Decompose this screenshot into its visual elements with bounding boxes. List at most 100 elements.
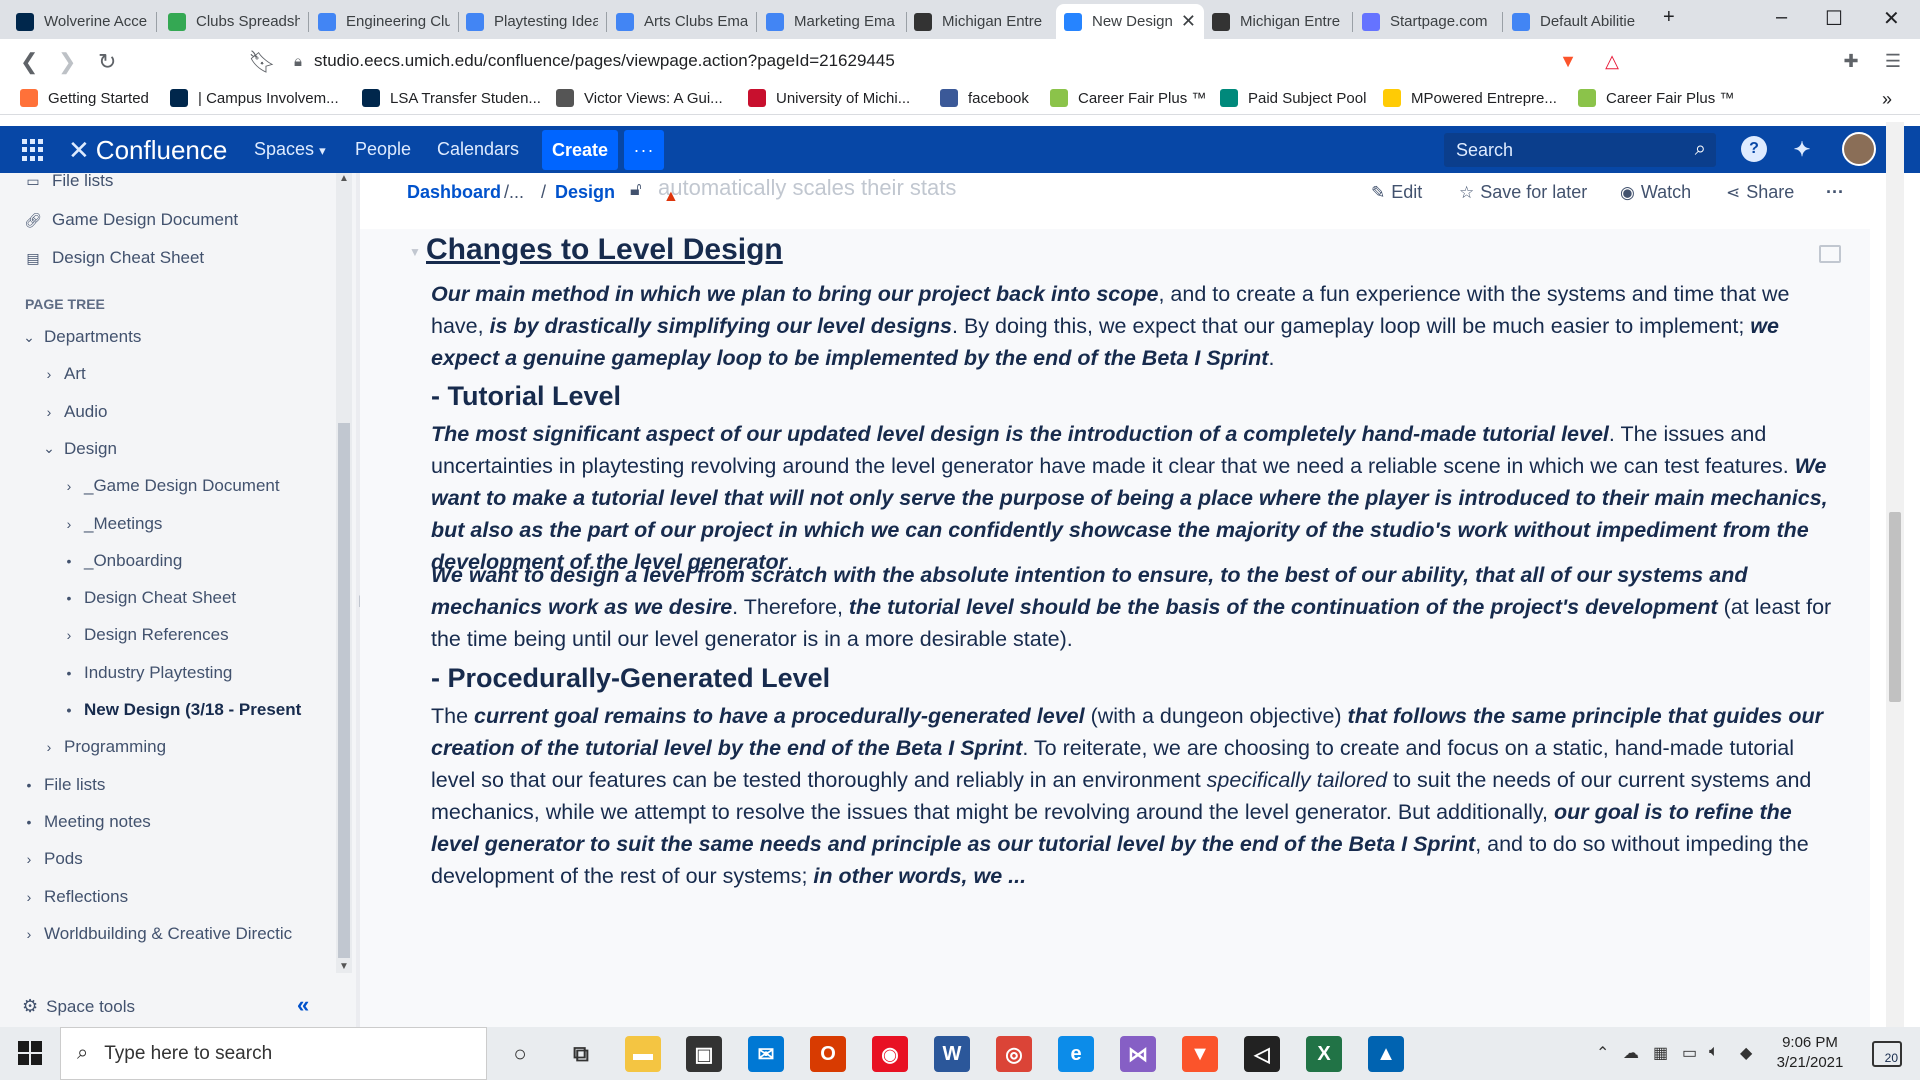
browser-tab[interactable]: Arts Clubs Ema [608, 4, 756, 39]
bookmark-icon[interactable]: 🔖︎ [248, 49, 276, 75]
table-of-contents-icon[interactable] [1819, 245, 1841, 263]
page-tree-item[interactable]: • Meeting notes [22, 808, 151, 836]
sidebar-scrollbar[interactable]: ▲ ▼ [336, 173, 352, 973]
chevron-right-icon[interactable]: › [22, 926, 36, 942]
nav-spaces[interactable]: Spaces ▾ [254, 139, 326, 160]
unity-icon[interactable]: ◁ [1244, 1036, 1280, 1072]
confluence-logo[interactable]: ✕ Confluence [68, 135, 227, 166]
bookmark-item[interactable]: Career Fair Plus ™ [1578, 89, 1734, 107]
browser-tab[interactable]: Michigan Entre [906, 4, 1054, 39]
page-tree-item[interactable]: • Industry Playtesting [62, 659, 233, 687]
chrome-icon[interactable]: ◎ [996, 1036, 1032, 1072]
sidebar-item-file-lists[interactable]: ▭ File lists [24, 173, 113, 195]
share-button[interactable]: ⋖ Share [1726, 182, 1794, 203]
restrictions-lock-icon[interactable]: 🔓︎ [630, 179, 642, 200]
reload-icon[interactable]: ↻ [98, 49, 116, 75]
url-text[interactable]: studio.eecs.umich.edu/confluence/pages/v… [314, 51, 895, 71]
page-tree-item[interactable]: • Design Cheat Sheet [62, 584, 237, 612]
warning-icon[interactable]: ▲ [663, 188, 679, 206]
brave-shields-icon[interactable]: ▼ [1555, 48, 1581, 74]
page-scrollbar[interactable] [1886, 122, 1904, 1027]
onedrive-icon[interactable]: ☁ [1623, 1043, 1639, 1063]
cortana-icon[interactable]: ○ [502, 1036, 538, 1072]
word-icon[interactable]: W [934, 1036, 970, 1072]
mail-icon[interactable]: ✉ [748, 1036, 784, 1072]
more-actions-icon[interactable]: ··· [1826, 182, 1844, 203]
bookmark-item[interactable]: facebook [940, 89, 1029, 107]
forward-icon[interactable]: ❯ [58, 49, 76, 75]
chevron-right-icon[interactable]: › [22, 851, 36, 867]
page-tree-item[interactable]: • New Design (3/18 - Present [62, 696, 302, 724]
app-switcher-icon[interactable] [22, 139, 44, 161]
collapse-sidebar-button[interactable]: « [297, 992, 309, 1018]
create-more-button[interactable]: ··· [624, 130, 664, 170]
page-tree-item[interactable]: › Reflections [22, 883, 128, 911]
chevron-right-icon[interactable]: › [22, 889, 36, 905]
chevron-right-icon[interactable]: › [62, 478, 76, 494]
page-tree-item[interactable]: ⌄ Design [42, 435, 117, 463]
chevron-down-icon[interactable]: ⌄ [22, 329, 36, 346]
sidebar-scroll-thumb[interactable] [338, 423, 350, 958]
taskbar-clock[interactable]: 9:06 PM 3/21/2021 [1770, 1033, 1850, 1073]
search-input[interactable]: Search ⌕ [1444, 133, 1716, 167]
chevron-right-icon[interactable]: › [42, 366, 56, 382]
store-icon[interactable]: ▣ [686, 1036, 722, 1072]
browser-tab[interactable]: Michigan Entre [1204, 4, 1352, 39]
page-tree-item[interactable]: • File lists [22, 771, 106, 799]
browser-tab[interactable]: Playtesting Idea [458, 4, 606, 39]
taskbar-search-input[interactable]: ⌕ Type here to search [60, 1027, 487, 1080]
minimize-icon[interactable]: – [1776, 6, 1787, 29]
chevron-right-icon[interactable]: › [42, 404, 56, 420]
browser-tab[interactable]: Clubs Spreadsh [160, 4, 308, 39]
network-icon[interactable]: ▦ [1653, 1043, 1668, 1063]
sidebar-item-game-design-document[interactable]: 🔗︎ Game Design Document [24, 206, 238, 234]
close-tab-icon[interactable]: ✕ [1181, 11, 1196, 32]
office-icon[interactable]: O [810, 1036, 846, 1072]
chevron-right-icon[interactable]: › [42, 739, 56, 755]
browser-tab[interactable]: Startpage.com [1354, 4, 1502, 39]
scroll-down-icon[interactable]: ▼ [339, 961, 349, 972]
page-tree-item[interactable]: › Design References [62, 621, 229, 649]
page-tree-item[interactable]: › _Game Design Document [62, 472, 280, 500]
extensions-icon[interactable]: ✚ [1838, 48, 1864, 74]
bookmark-item[interactable]: | Campus Involvem... [170, 89, 339, 107]
page-tree-item[interactable]: ⌄ Departments [22, 323, 141, 351]
avatar[interactable] [1842, 132, 1876, 166]
page-tree-item[interactable]: • _Onboarding [62, 547, 183, 575]
brave-rewards-icon[interactable]: △ [1599, 48, 1625, 74]
bookmark-item[interactable]: Getting Started [20, 89, 149, 107]
browser-tab[interactable]: Default Abilitie [1504, 4, 1652, 39]
notifications-icon[interactable]: ✦ [1789, 136, 1815, 162]
page-tree-item[interactable]: › Pods [22, 845, 83, 873]
browser-tab[interactable]: Engineering Clu [310, 4, 458, 39]
edit-button[interactable]: ✎ Edit [1371, 182, 1422, 203]
nav-people[interactable]: People [355, 139, 411, 160]
action-center-icon[interactable]: 20 [1872, 1041, 1902, 1067]
battery-icon[interactable]: ▭ [1682, 1043, 1697, 1063]
chevron-right-icon[interactable]: › [62, 627, 76, 643]
page-scroll-thumb[interactable] [1889, 512, 1901, 702]
excel-icon[interactable]: X [1306, 1036, 1342, 1072]
collapse-section-icon[interactable]: ▼ [409, 245, 421, 259]
volume-icon[interactable]: 🔈︎ [1709, 1043, 1719, 1061]
sidebar-item-design-cheat-sheet[interactable]: ▤ Design Cheat Sheet [24, 244, 204, 272]
maximize-icon[interactable]: ☐ [1825, 6, 1843, 31]
more-bookmarks-icon[interactable]: » [1882, 89, 1892, 110]
bookmark-item[interactable]: University of Michi... [748, 89, 910, 107]
photos-icon[interactable]: ▲ [1368, 1036, 1404, 1072]
page-tree-item[interactable]: › Audio [42, 398, 108, 426]
browser-menu-icon[interactable]: ☰ [1880, 48, 1906, 74]
visual-studio-icon[interactable]: ⋈ [1120, 1036, 1156, 1072]
browser-tab[interactable]: New Design ✕ [1056, 4, 1204, 39]
bookmark-item[interactable]: MPowered Entrepre... [1383, 89, 1557, 107]
bookmark-item[interactable]: Paid Subject Pool [1220, 89, 1366, 107]
webcam-icon[interactable]: ◉ [872, 1036, 908, 1072]
watch-button[interactable]: ◉ Watch [1620, 182, 1691, 203]
bookmark-item[interactable]: Victor Views: A Gui... [556, 89, 723, 107]
page-tree-item[interactable]: › Art [42, 360, 86, 388]
create-button[interactable]: Create [542, 130, 618, 170]
page-tree-item[interactable]: › Programming [42, 733, 166, 761]
dropbox-icon[interactable]: ◆ [1740, 1043, 1752, 1063]
breadcrumb-design[interactable]: Design [555, 182, 615, 203]
windows-start-icon[interactable] [18, 1041, 42, 1065]
